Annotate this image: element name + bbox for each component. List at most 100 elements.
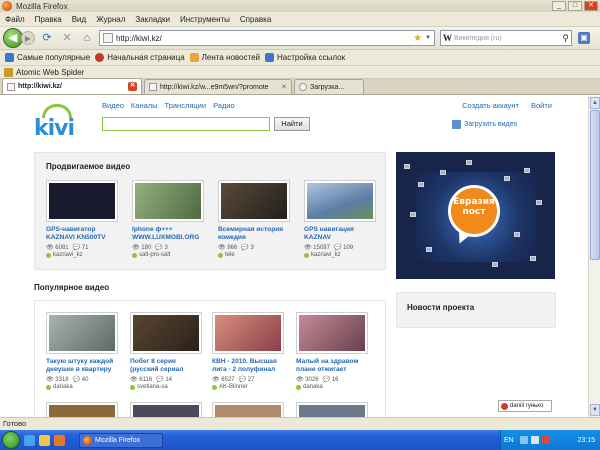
tab-loading[interactable]: Загрузка... (294, 79, 364, 94)
tab-close-icon[interactable]: ✕ (128, 82, 137, 91)
video-card[interactable]: Побег 8 серия (русский сериал 2010) 👁 61… (130, 312, 202, 390)
kiwi-logo[interactable]: kivi (34, 104, 84, 141)
rss-icon (189, 53, 199, 62)
find-button[interactable]: Найти (274, 117, 310, 131)
video-author[interactable]: danaka (296, 384, 368, 390)
video-card[interactable]: Такую штуку каждой девушке в квартиру 👁 … (46, 312, 118, 390)
tab-close-icon[interactable]: ✕ (281, 83, 287, 91)
bookmark-star-icon[interactable]: ★ (413, 33, 422, 44)
video-author[interactable]: kaznavi_kz (304, 252, 376, 258)
video-title[interactable]: Iphone ф+++ WWW.LUXMOBI.ORG (132, 226, 204, 242)
menu-history[interactable]: Журнал (91, 15, 130, 24)
video-thumbnail[interactable] (212, 402, 284, 417)
network-icon[interactable] (519, 436, 528, 444)
bookmark-link-settings[interactable]: Настройка ссылок (265, 53, 345, 62)
wikipedia-icon[interactable]: W (443, 33, 452, 43)
nav-channels[interactable]: Каналы (131, 101, 158, 110)
scrollbar-thumb[interactable] (590, 110, 600, 260)
video-author[interactable]: svetlana-sa (130, 384, 202, 390)
extension-label[interactable]: Atomic Web Spider (16, 68, 84, 77)
nav-radio[interactable]: Радио (213, 101, 235, 110)
video-card[interactable]: Малый на здравом плане отжигает 👁 3026 💬 … (296, 312, 368, 390)
nav-video[interactable]: Видео (102, 101, 124, 110)
menu-tools[interactable]: Инструменты (175, 15, 235, 24)
video-thumbnail[interactable] (132, 180, 204, 222)
language-indicator[interactable]: EN (504, 437, 514, 444)
ie-icon[interactable] (24, 434, 35, 446)
search-icon[interactable]: ⚲ (562, 33, 569, 44)
addon-icon[interactable]: ▣ (578, 32, 590, 44)
video-thumbnail[interactable] (296, 312, 368, 354)
menu-edit[interactable]: Правка (30, 15, 67, 24)
maximize-button[interactable]: □ (568, 1, 582, 11)
chat-user-icon (501, 402, 508, 410)
home-icon[interactable]: ⌂ (79, 30, 95, 46)
volume-icon[interactable] (530, 436, 539, 444)
video-thumbnail[interactable] (46, 180, 118, 222)
video-title[interactable]: КВН - 2010. Высшая лига - 2 полуфинал (4… (212, 358, 284, 374)
tab-promote[interactable]: http://kiwi.kz/w...e9m5wn/?promote ✕ (144, 79, 292, 94)
menu-bookmarks[interactable]: Закладки (130, 15, 175, 24)
video-title[interactable]: Малый на здравом плане отжигает (296, 358, 368, 374)
video-stats: 👁 6527 💬 27 (212, 377, 255, 383)
video-card[interactable]: Всемирная история комедия 👁 966 💬 3 tele (218, 180, 290, 258)
promo-banner[interactable]: Евразия пост (396, 152, 555, 279)
login-link[interactable]: Войти (531, 101, 552, 110)
video-thumbnail[interactable] (296, 402, 368, 417)
video-author[interactable]: salt-pro-salt (132, 252, 204, 258)
search-bar[interactable]: W Википедия (ru) ⚲ (440, 30, 572, 46)
menu-help[interactable]: Справка (235, 15, 276, 24)
forward-button[interactable]: ▶ (21, 31, 35, 45)
video-thumbnail[interactable] (218, 180, 290, 222)
vertical-scrollbar[interactable]: ▲ ▼ (588, 96, 600, 417)
tab-kiwi[interactable]: http://kiwi.kz/ ✕ (2, 78, 142, 94)
video-title[interactable]: Такую штуку каждой девушке в квартиру (46, 358, 118, 374)
video-title[interactable]: Побег 8 серия (русский сериал 2010) (130, 358, 202, 374)
site-search-input[interactable] (102, 117, 270, 131)
menu-view[interactable]: Вид (67, 15, 91, 24)
bookmark-news-feed[interactable]: Лента новостей (189, 53, 260, 62)
video-thumbnail[interactable] (46, 402, 118, 417)
video-thumbnail[interactable] (212, 312, 284, 354)
folder-icon[interactable] (39, 434, 50, 446)
chat-tab[interactable]: daniil гунько (498, 400, 552, 412)
video-thumbnail[interactable] (130, 312, 202, 354)
stop-icon[interactable]: ✕ (59, 30, 75, 46)
video-author[interactable]: danaka (46, 384, 118, 390)
start-button[interactable] (2, 431, 20, 449)
video-author[interactable]: kaznavi_kz (46, 252, 118, 258)
video-title[interactable]: GPS-навигатор KAZNAVI KN500TV (46, 226, 118, 242)
video-card[interactable]: КВН - 2010. Высшая лига - 2 полуфинал (4… (212, 312, 284, 390)
close-button[interactable]: ✕ (584, 1, 598, 11)
video-thumbnail[interactable] (130, 402, 202, 417)
video-title[interactable]: GPS навигация KAZNAV (304, 226, 376, 242)
chevron-down-icon[interactable]: ▼ (425, 35, 431, 41)
nav-broadcasts[interactable]: Трансляции (165, 101, 207, 110)
video-title[interactable]: Всемирная история комедия (218, 226, 290, 242)
bookmark-start-page[interactable]: Начальная страница (95, 53, 185, 62)
security-icon[interactable] (541, 436, 550, 444)
create-account-link[interactable]: Создать аккаунт (462, 101, 519, 110)
scroll-down-icon[interactable]: ▼ (590, 404, 600, 416)
video-thumbnail[interactable] (46, 312, 118, 354)
video-author[interactable]: AK-Blinner (212, 384, 284, 390)
url-text[interactable]: http://kiwi.kz/ (116, 34, 413, 43)
news-title[interactable]: Новости проекта (407, 303, 474, 312)
minimize-button[interactable]: _ (552, 1, 566, 11)
reload-icon[interactable]: ⟳ (39, 30, 55, 46)
bookmark-most-visited[interactable]: Самые популярные (5, 53, 90, 62)
search-placeholder[interactable]: Википедия (ru) (454, 35, 562, 42)
video-thumbnail[interactable] (304, 180, 376, 222)
upload-video-link[interactable]: Загрузить видео (452, 120, 517, 129)
video-author[interactable]: tele (218, 252, 290, 258)
video-card[interactable]: Iphone ф+++ WWW.LUXMOBI.ORG 👁 180 💬 3 sal… (132, 180, 204, 258)
scroll-up-icon[interactable]: ▲ (590, 97, 600, 109)
media-icon[interactable] (54, 434, 65, 446)
address-bar[interactable]: http://kiwi.kz/ ★ ▼ (99, 30, 435, 46)
taskbar: Mozilla Firefox EN 23:15 (0, 430, 600, 450)
task-firefox[interactable]: Mozilla Firefox (79, 432, 163, 448)
back-button[interactable]: ◀ (3, 28, 23, 48)
video-card[interactable]: GPS-навигатор KAZNAVI KN500TV 👁 6081 💬 71… (46, 180, 118, 258)
menu-file[interactable]: Файл (0, 15, 30, 24)
video-card[interactable]: GPS навигация KAZNAV 👁 15097 💬 109 kaznav… (304, 180, 376, 258)
